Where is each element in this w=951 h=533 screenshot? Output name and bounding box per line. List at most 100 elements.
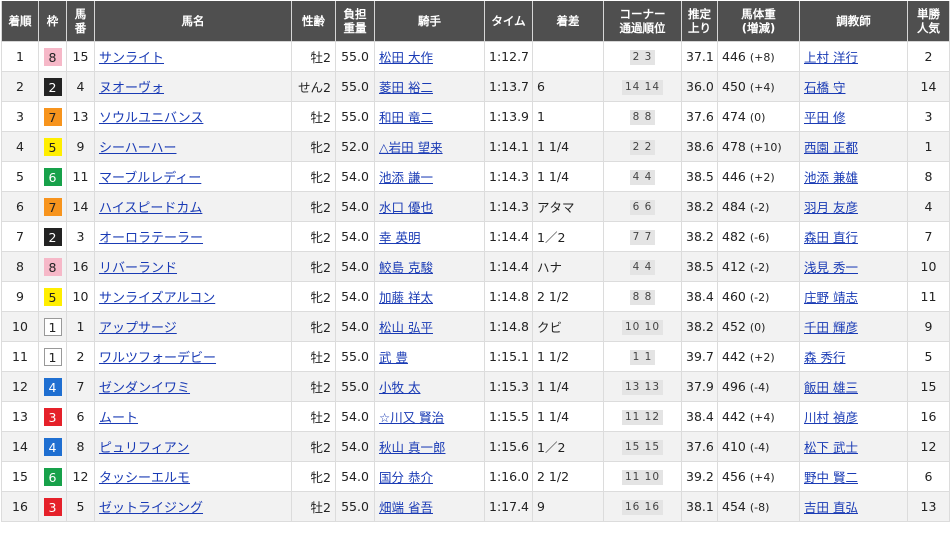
jockey-link[interactable]: 松山 弘平: [379, 320, 433, 335]
corner-cell: 13 13: [603, 371, 682, 402]
margin-cell: ハナ: [532, 251, 604, 282]
jockey-link[interactable]: 国分 恭介: [379, 470, 433, 485]
corner-cell: 2 2: [603, 131, 682, 162]
waku-cell: 5: [38, 281, 67, 312]
horse-name-link[interactable]: サンライズアルコン: [99, 291, 215, 306]
trainer-cell: 羽月 友彦: [799, 191, 908, 222]
horse-cell: サンライズアルコン: [94, 281, 292, 312]
col-header-rank: 着順: [1, 1, 39, 42]
horse-name-link[interactable]: ワルツフォーデビー: [99, 351, 216, 366]
corner-positions: 1 1: [629, 350, 656, 365]
time-cell: 1:14.1: [484, 131, 533, 162]
jockey-cell: 菱田 裕二: [374, 71, 485, 102]
jockey-link[interactable]: 鮫島 克駿: [379, 260, 433, 275]
horse-name-link[interactable]: ハイスピードカム: [99, 201, 202, 216]
bodyweight-value: 460: [722, 289, 746, 304]
jockey-link[interactable]: 小牧 太: [379, 380, 420, 395]
trainer-link[interactable]: 西園 正都: [804, 140, 858, 155]
jockey-link[interactable]: 幸 英明: [379, 230, 420, 245]
corner-cell: 2 3: [603, 41, 682, 72]
trainer-link[interactable]: 上村 洋行: [804, 50, 858, 65]
bodyweight-value: 446: [722, 169, 746, 184]
last3f-cell: 38.4: [681, 401, 718, 432]
trainer-link[interactable]: 森 秀行: [804, 350, 845, 365]
trainer-link[interactable]: 森田 直行: [804, 230, 858, 245]
horse-name-link[interactable]: オーロラテーラー: [99, 231, 203, 246]
popularity-cell: 13: [907, 491, 950, 522]
horse-name-link[interactable]: ゼンダンイワミ: [99, 381, 190, 396]
table-row: 2 2 4 ヌオーヴォ せん2 55.0 菱田 裕二 1:13.7 6 14 14 36.0 450 …: [1, 71, 950, 102]
rank-cell: 1: [1, 41, 39, 72]
bodyweight-value: 484: [722, 199, 746, 214]
trainer-link[interactable]: 庄野 靖志: [804, 290, 858, 305]
trainer-link[interactable]: 千田 輝彦: [804, 320, 858, 335]
umaban-cell: 4: [66, 71, 95, 102]
horse-name-link[interactable]: シーハーハー: [99, 141, 176, 156]
horse-name-link[interactable]: マーブルレディー: [99, 171, 201, 186]
waku-cell: 3: [38, 401, 67, 432]
trainer-link[interactable]: 吉田 直弘: [804, 500, 858, 515]
margin-cell: アタマ: [532, 191, 604, 222]
trainer-link[interactable]: 池添 兼雄: [804, 170, 858, 185]
bodyweight-change: (+4): [749, 81, 775, 94]
rank-cell: 11: [1, 341, 39, 372]
col-header-weight: 負担重量: [335, 1, 375, 42]
horse-cell: シーハーハー: [94, 131, 292, 162]
trainer-link[interactable]: 平田 修: [804, 110, 845, 125]
trainer-cell: 野中 賢二: [799, 461, 908, 492]
col-header-weight-label: 負担重量: [343, 7, 367, 35]
waku-badge: 4: [43, 377, 62, 396]
horse-name-link[interactable]: ソウルユニバンス: [99, 111, 203, 126]
jockey-link[interactable]: ☆川又 賢治: [379, 410, 444, 425]
horse-cell: ムート: [94, 401, 292, 432]
umaban-cell: 9: [66, 131, 95, 162]
trainer-link[interactable]: 松下 武士: [804, 440, 858, 455]
waku-cell: 1: [38, 341, 67, 372]
horse-name-link[interactable]: サンライト: [99, 51, 164, 66]
trainer-link[interactable]: 石橋 守: [804, 80, 845, 95]
jockey-link[interactable]: 畑端 省吾: [379, 500, 433, 515]
horse-name-link[interactable]: ヌオーヴォ: [99, 81, 164, 96]
table-row: 6 7 14 ハイスピードカム 牝2 54.0 水口 優也 1:14.3 アタマ 6 6 38.2 4…: [1, 191, 950, 222]
bodyweight-value: 410: [722, 439, 746, 454]
jockey-link[interactable]: 水口 優也: [379, 200, 433, 215]
horse-name-link[interactable]: ピュリフィアン: [99, 441, 189, 456]
jockey-link[interactable]: △岩田 望来: [379, 140, 443, 155]
horse-name-link[interactable]: ムート: [99, 411, 138, 426]
last3f-cell: 37.1: [681, 41, 718, 72]
trainer-link[interactable]: 川村 禎彦: [804, 410, 858, 425]
bodyweight-cell: 446 (+2): [717, 161, 800, 192]
jockey-link[interactable]: 武 豊: [379, 350, 408, 365]
waku-cell: 8: [38, 251, 67, 282]
popularity-cell: 9: [907, 311, 950, 342]
jockey-cell: 秋山 真一郎: [374, 431, 485, 462]
trainer-link[interactable]: 羽月 友彦: [804, 200, 858, 215]
trainer-link[interactable]: 野中 賢二: [804, 470, 858, 485]
waku-badge: 8: [43, 47, 62, 66]
waku-badge: 5: [43, 287, 62, 306]
trainer-link[interactable]: 飯田 雄三: [804, 380, 858, 395]
last3f-cell: 37.9: [681, 371, 718, 402]
jockey-link[interactable]: 松田 大作: [379, 50, 433, 65]
horse-name-link[interactable]: リバーランド: [99, 261, 177, 276]
margin-cell: 2 1/2: [532, 281, 604, 312]
horse-name-link[interactable]: タッシーエルモ: [99, 471, 190, 486]
jockey-link[interactable]: 加藤 祥太: [379, 290, 433, 305]
jockey-link[interactable]: 菱田 裕二: [379, 80, 433, 95]
umaban-cell: 8: [66, 431, 95, 462]
trainer-link[interactable]: 浅見 秀一: [804, 260, 858, 275]
jockey-link[interactable]: 和田 竜二: [379, 110, 433, 125]
table-row: 12 4 7 ゼンダンイワミ 牡2 55.0 小牧 太 1:15.3 1 1/4 13 13 37.…: [1, 371, 950, 402]
horse-name-link[interactable]: アップサージ: [99, 321, 177, 336]
jockey-cell: 幸 英明: [374, 221, 485, 252]
weight-cell: 54.0: [335, 401, 375, 432]
jockey-link[interactable]: 秋山 真一郎: [379, 440, 445, 455]
margin-cell: 6: [532, 71, 604, 102]
bodyweight-cell: 474 (0): [717, 101, 800, 132]
horse-name-link[interactable]: ゼットライジング: [99, 501, 203, 516]
horse-cell: リバーランド: [94, 251, 292, 282]
jockey-link[interactable]: 池添 謙一: [379, 170, 433, 185]
corner-cell: 15 15: [603, 431, 682, 462]
margin-cell: 1 1/2: [532, 341, 604, 372]
rank-cell: 3: [1, 101, 39, 132]
